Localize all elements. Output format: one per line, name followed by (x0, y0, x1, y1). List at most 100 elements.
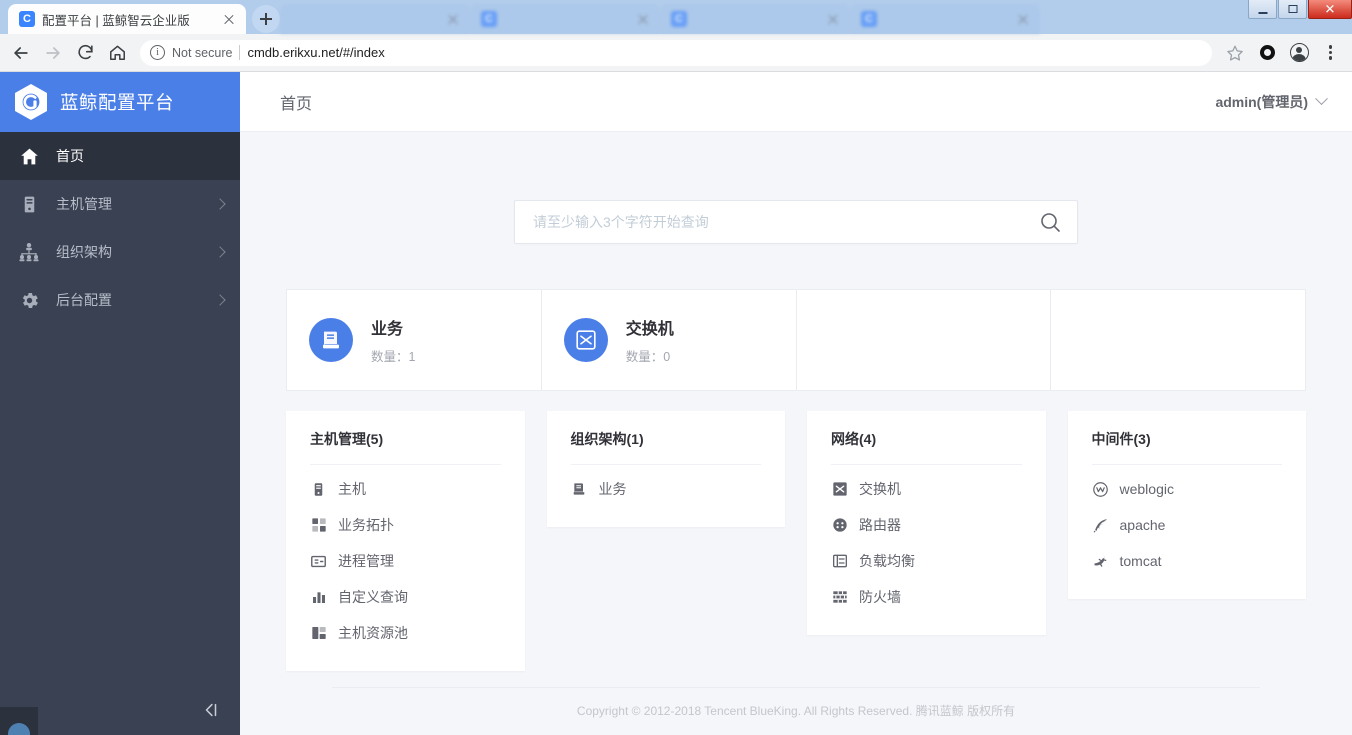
business-doc-icon (571, 481, 588, 498)
list-item-label: 进程管理 (338, 553, 394, 569)
stat-card-name: 业务 (371, 321, 404, 338)
window-controls: ✕ (1247, 0, 1352, 20)
close-icon[interactable] (221, 11, 237, 27)
site-info-icon[interactable] (150, 45, 165, 60)
org-tree-icon (18, 241, 40, 263)
bar-chart-icon (310, 589, 327, 606)
panel-list: 交换机 路由器 负载均衡 防火墙 (831, 465, 1022, 615)
apache-feather-icon (1092, 517, 1109, 534)
panel-title: 组织架构(1) (570, 429, 761, 465)
search-input[interactable] (533, 214, 1035, 230)
list-item[interactable]: 主机资源池 (310, 615, 501, 651)
tomcat-icon (1092, 553, 1109, 570)
chrome-menu-icon[interactable] (1316, 38, 1346, 68)
app-title: 蓝鲸配置平台 (60, 92, 175, 113)
forward-icon[interactable] (38, 38, 68, 68)
list-item[interactable]: 主机 (310, 471, 501, 507)
url-text: cmdb.erikxu.net/#/index (247, 45, 385, 60)
stat-card-count: 数量：0 (625, 350, 671, 364)
stat-card-count: 数量：1 (371, 350, 416, 364)
list-item[interactable]: 业务 (571, 471, 762, 507)
sidebar-item-label: 组织架构 (56, 244, 112, 260)
list-item[interactable]: 防火墙 (831, 579, 1022, 615)
list-item[interactable]: 自定义查询 (310, 579, 501, 615)
list-item[interactable]: 进程管理 (310, 543, 501, 579)
reload-icon[interactable] (70, 38, 100, 68)
collapse-sidebar-icon[interactable] (200, 699, 222, 721)
list-item-label: 负载均衡 (859, 553, 915, 569)
gear-icon (18, 289, 40, 311)
stat-card-empty-1 (796, 290, 1051, 390)
list-item-label: 主机 (338, 481, 366, 497)
sidebar-item-label: 后台配置 (56, 292, 112, 308)
global-search[interactable] (514, 200, 1078, 244)
sidebar-item-home[interactable]: 首页 (0, 132, 240, 180)
close-icon[interactable] (825, 11, 841, 27)
close-window-button[interactable]: ✕ (1308, 0, 1352, 19)
browser-tab-3[interactable] (470, 4, 660, 34)
list-item-label: 交换机 (859, 481, 901, 497)
panel-list: 主机 业务拓扑 进程管理 自定义查询 主机资源池 (310, 465, 501, 651)
list-item[interactable]: apache (1092, 507, 1283, 543)
chevron-right-icon (214, 294, 226, 306)
list-item[interactable]: 业务拓扑 (310, 507, 501, 543)
panel-title: 网络(4) (831, 429, 1022, 465)
home-icon (18, 145, 40, 167)
home-icon[interactable] (102, 38, 132, 68)
stat-card-business[interactable]: 业务 数量：1 (287, 290, 541, 390)
sidebar-item-label: 首页 (56, 148, 84, 164)
chevron-right-icon (214, 246, 226, 258)
browser-tab-5[interactable] (850, 4, 1040, 34)
panel-title: 中间件(3) (1091, 429, 1282, 465)
address-bar[interactable]: Not secure cmdb.erikxu.net/#/index (140, 39, 1212, 66)
app-logo[interactable]: 蓝鲸配置平台 (0, 72, 240, 132)
tab-favicon-icon (861, 11, 877, 27)
application-root: 蓝鲸配置平台 首页 主机管理 组织架构 后台配置 首页 admin(管理员) 请… (0, 72, 1352, 735)
list-item-label: 防火墙 (859, 589, 901, 605)
stat-card-switch[interactable]: 交换机 数量：0 (541, 290, 796, 390)
weblogic-icon (1092, 481, 1109, 498)
list-item-label: 业务 (598, 481, 627, 497)
footer-copyright: Copyright © 2012-2018 Tencent BlueKing. … (332, 687, 1260, 735)
list-item[interactable]: 路由器 (831, 507, 1022, 543)
browser-tab-2[interactable] (280, 4, 470, 34)
list-item-label: 路由器 (859, 517, 901, 533)
browser-tab-active[interactable]: 配置平台 | 蓝鲸智云企业版 (8, 4, 246, 34)
close-icon[interactable] (1015, 11, 1031, 27)
list-item[interactable]: tomcat (1092, 543, 1283, 579)
list-item-label: apache (1119, 517, 1166, 533)
chevron-right-icon (214, 198, 226, 210)
page-body: 业务 数量：1 交换机 数量：0 (240, 132, 1352, 735)
sidebar-item-organization[interactable]: 组织架构 (0, 228, 240, 276)
list-item[interactable]: 负载均衡 (831, 543, 1022, 579)
top-bar: 首页 admin(管理员) (240, 72, 1352, 132)
close-icon[interactable] (445, 11, 461, 27)
user-menu[interactable]: admin(管理员) (1215, 92, 1328, 112)
sidebar-nav: 首页 主机管理 组织架构 后台配置 (0, 132, 240, 324)
blueking-logo-icon (14, 83, 48, 121)
main-content: 首页 admin(管理员) 请至少输入3个字符开始查询 业务 数量：1 交换机 … (240, 72, 1352, 735)
close-icon[interactable] (635, 11, 651, 27)
sidebar-item-host-management[interactable]: 主机管理 (0, 180, 240, 228)
profile-avatar-icon[interactable] (1284, 38, 1314, 68)
list-item[interactable]: weblogic (1092, 471, 1283, 507)
user-name-label: admin(管理员) (1215, 93, 1308, 110)
close-icon: ✕ (1324, 1, 1336, 17)
stat-card-row: 业务 数量：1 交换机 数量：0 (286, 289, 1306, 391)
sidebar-item-backend-config[interactable]: 后台配置 (0, 276, 240, 324)
search-icon[interactable] (1035, 207, 1065, 237)
list-item[interactable]: 交换机 (831, 471, 1022, 507)
extension-icon[interactable] (1252, 38, 1282, 68)
tab-favicon-icon (19, 11, 35, 27)
list-item-label: 业务拓扑 (338, 517, 394, 533)
tab-favicon-icon (671, 11, 687, 27)
maximize-button[interactable] (1278, 0, 1307, 19)
divider (239, 45, 241, 60)
new-tab-button[interactable] (252, 5, 280, 33)
sidebar-item-label: 主机管理 (56, 196, 112, 212)
bookmark-star-icon[interactable] (1220, 38, 1250, 68)
minimize-button[interactable] (1248, 0, 1277, 19)
back-icon[interactable] (6, 38, 36, 68)
browser-tab-4[interactable] (660, 4, 850, 34)
panel-middleware: 中间件(3) weblogic apache tomcat (1067, 411, 1306, 599)
